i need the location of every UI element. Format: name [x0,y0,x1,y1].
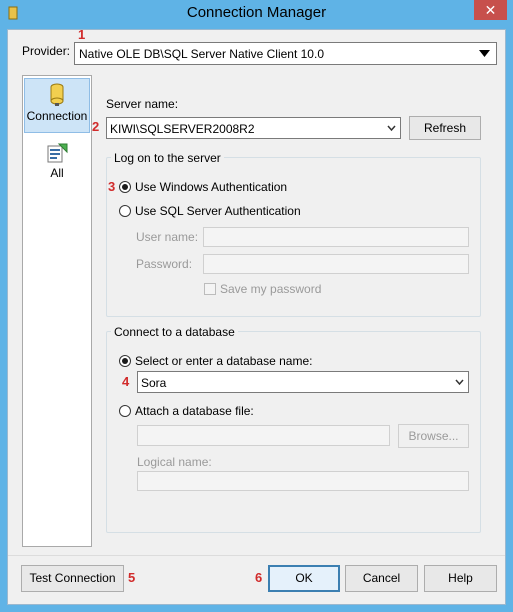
windows-auth-radio[interactable] [119,181,131,193]
provider-label: Provider: [22,44,71,58]
database-name-combo[interactable]: Sora [137,371,469,393]
callout-1: 1 [78,27,86,42]
database-file-field[interactable] [137,425,390,446]
select-database-radio[interactable] [119,355,131,367]
save-password-label[interactable]: Save my password [220,282,321,296]
provider-dropdown[interactable]: Native OLE DB\SQL Server Native Client 1… [74,42,497,65]
server-name-label: Server name: [106,97,179,111]
window-title: Connection Manager [186,4,327,21]
callout-2: 2 [92,119,100,134]
footer-divider [8,555,505,556]
title-bar[interactable]: Connection Manager ✕ [0,0,513,28]
sidebar-item-connection[interactable]: Connection [24,78,90,133]
save-password-checkbox[interactable] [204,283,216,295]
password-label: Password: [136,257,193,271]
database-icon [50,83,64,106]
callout-6: 6 [255,570,263,585]
sql-auth-label[interactable]: Use SQL Server Authentication [135,204,301,218]
close-button[interactable]: ✕ [474,0,507,20]
sidebar-item-label: All [50,166,64,180]
database-group-title: Connect to a database [111,325,238,339]
browse-button[interactable]: Browse... [398,424,469,448]
windows-auth-label[interactable]: Use Windows Authentication [135,180,287,194]
logon-group-title: Log on to the server [111,151,224,165]
dialog-body: 1 Provider: Native OLE DB\SQL Server Nat… [7,27,506,605]
connection-panel: Server name: 2 KIWI\SQLSERVER2008R2 Refr… [92,75,496,547]
sidebar-item-all[interactable]: All [24,138,90,186]
server-name-combo[interactable]: KIWI\SQLSERVER2008R2 [106,117,401,139]
database-name-value: Sora [141,376,167,390]
user-name-field[interactable] [203,227,469,247]
chevron-down-icon[interactable] [387,124,396,133]
help-button[interactable]: Help [424,565,497,592]
chevron-down-icon[interactable] [476,45,493,62]
callout-4: 4 [122,374,130,389]
logical-name-label: Logical name: [137,455,212,469]
password-field[interactable] [203,254,469,274]
test-connection-button[interactable]: Test Connection [21,565,124,592]
sidebar-item-label: Connection [26,109,88,123]
attach-database-radio[interactable] [119,405,131,417]
sql-auth-radio[interactable] [119,205,131,217]
chevron-down-icon[interactable] [455,378,464,387]
callout-5: 5 [128,570,136,585]
user-name-label: User name: [136,230,199,244]
refresh-button[interactable]: Refresh [409,116,481,140]
callout-3: 3 [108,179,116,194]
server-name-value: KIWI\SQLSERVER2008R2 [110,122,255,136]
connection-manager-window: Connection Manager ✕ 1 Provider: Native … [0,0,513,612]
attach-database-label[interactable]: Attach a database file: [135,404,254,418]
ok-button[interactable]: OK [268,565,340,592]
select-database-label[interactable]: Select or enter a database name: [135,354,312,368]
logical-name-field[interactable] [137,471,469,491]
page-selector: Connection All [22,75,92,547]
properties-icon [47,143,68,163]
cancel-button[interactable]: Cancel [345,565,418,592]
provider-value: Native OLE DB\SQL Server Native Client 1… [79,47,324,61]
